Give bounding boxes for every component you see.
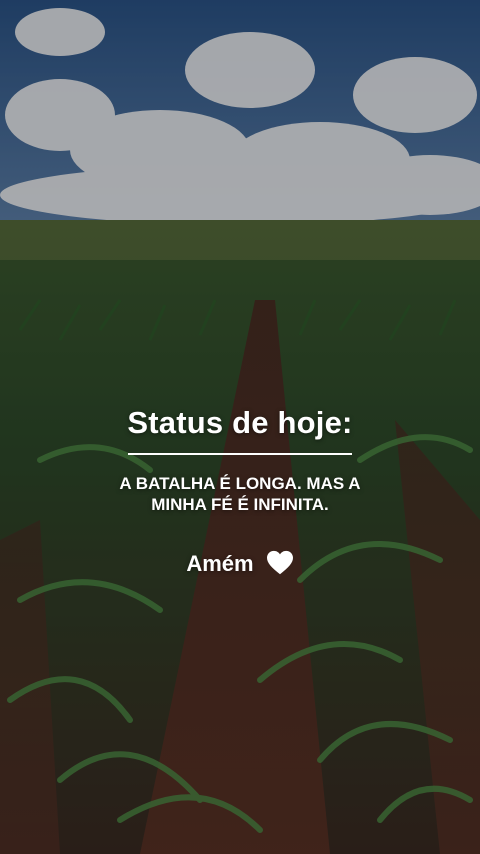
- white-heart-icon: [266, 550, 293, 575]
- status-title: Status de hoje:: [127, 405, 353, 440]
- status-message: A BATALHA É LONGA. MAS A MINHA FÉ É INFI…: [119, 474, 361, 514]
- closing-text: Amém: [186, 551, 254, 576]
- status-card: Status de hoje: A BATALHA É LONGA. MAS A…: [0, 0, 480, 854]
- status-text-block: Status de hoje: A BATALHA É LONGA. MAS A…: [0, 400, 480, 579]
- closing-line: Amém: [0, 549, 480, 579]
- title-underline: [128, 453, 352, 455]
